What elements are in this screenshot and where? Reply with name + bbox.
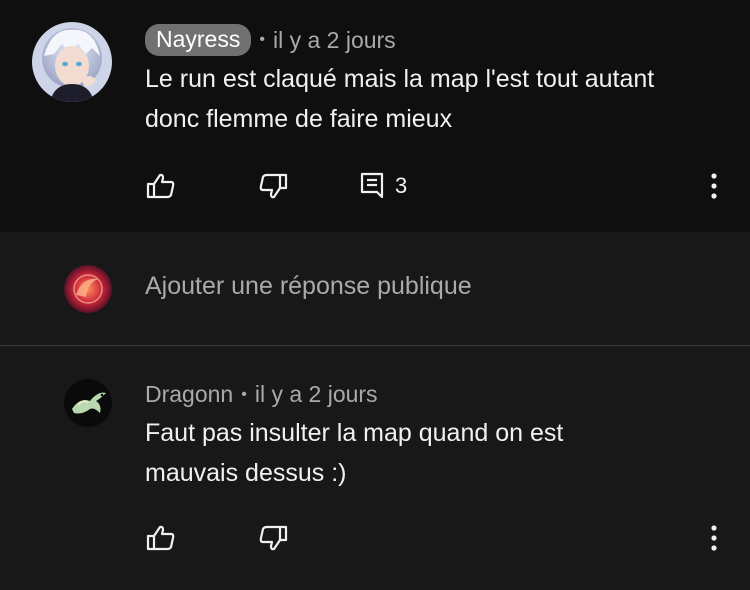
replies-button[interactable] bbox=[358, 170, 390, 202]
comment-more-button[interactable] bbox=[704, 170, 724, 202]
more-vert-icon bbox=[711, 525, 717, 551]
thumb-down-icon bbox=[259, 525, 288, 551]
author-badge[interactable]: Nayress bbox=[145, 24, 252, 56]
reply-more-button[interactable] bbox=[704, 522, 724, 554]
thumb-down-icon bbox=[259, 173, 288, 199]
dislike-button[interactable] bbox=[257, 170, 289, 202]
reply-text-line: mauvais dessus :) bbox=[145, 459, 347, 487]
avatar-dragonn[interactable] bbox=[64, 379, 112, 427]
reply-text: Faut pas insulter la map quand on est ma… bbox=[145, 413, 563, 493]
reply-count[interactable]: 3 bbox=[395, 173, 407, 199]
comment-text-line: donc flemme de faire mieux bbox=[145, 105, 453, 133]
comment-text-line: Le run est claqué mais la map l'est tout… bbox=[145, 65, 655, 93]
separator-dot: • bbox=[259, 31, 265, 48]
reply-text-line: Faut pas insulter la map quand on est bbox=[145, 419, 564, 447]
avatar-nayress[interactable] bbox=[32, 22, 112, 102]
comment-meta: Nayress • il y a 2 jours bbox=[145, 24, 396, 56]
like-button[interactable] bbox=[145, 170, 177, 202]
divider bbox=[0, 345, 750, 346]
reply-author[interactable]: Dragonn bbox=[145, 381, 233, 408]
comment-time: il y a 2 jours bbox=[272, 26, 396, 53]
reply-like-button[interactable] bbox=[145, 522, 177, 554]
more-vert-icon bbox=[711, 173, 717, 199]
reply-dislike-button[interactable] bbox=[257, 522, 289, 554]
comment-text: Le run est claqué mais la map l'est tout… bbox=[145, 59, 654, 139]
reply-time: il y a 2 jours bbox=[254, 381, 378, 407]
thumb-up-icon bbox=[146, 173, 175, 199]
reply-input[interactable]: Ajouter une réponse publique bbox=[145, 272, 472, 301]
reply-meta: Dragonn • il y a 2 jours bbox=[145, 381, 378, 408]
comment-icon bbox=[360, 172, 384, 199]
thumb-up-icon bbox=[146, 525, 175, 551]
separator-dot: • bbox=[241, 385, 247, 403]
own-avatar bbox=[64, 265, 112, 313]
